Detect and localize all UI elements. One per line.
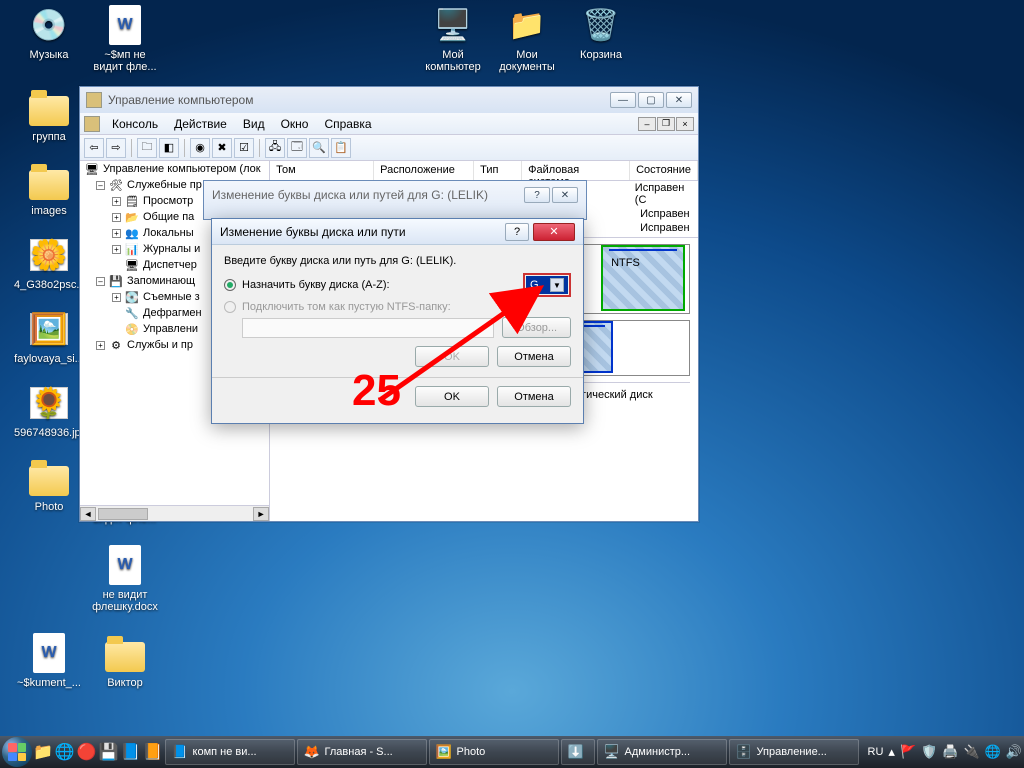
tray-network-icon[interactable]: 🌐	[985, 744, 1001, 760]
mdi-icon	[84, 116, 100, 132]
mount-path-input	[242, 318, 494, 338]
pin-opera[interactable]: 🔴	[77, 739, 97, 765]
desktop-icon-doc2[interactable]: Wне видит флешку.docx	[90, 544, 160, 613]
desktop-icon-group[interactable]: группа	[14, 86, 84, 143]
pin-totalcmd[interactable]: 📁	[33, 739, 53, 765]
inner-cancel-button[interactable]: Отмена	[497, 346, 571, 367]
minimize-button[interactable]: —	[610, 92, 636, 108]
desktop-icon-mycomputer[interactable]: 🖥️Мой компьютер	[418, 4, 488, 73]
radio-assign-letter[interactable]: Назначить букву диска (A-Z): G▼	[224, 273, 571, 297]
col-type[interactable]: Тип	[474, 161, 522, 180]
toolbar: ⇦ ⇨ 🗀 ◧ ◉ ✖ ☑ 🖧 🗔 🔍 📋	[80, 135, 698, 161]
tray-printer-icon[interactable]: 🖨️	[942, 744, 958, 760]
task-photo[interactable]: 🖼️Photo	[429, 739, 559, 765]
tray-usb-icon[interactable]: 🔌	[964, 744, 980, 760]
close-button[interactable]: ✕	[666, 92, 692, 108]
task-firefox[interactable]: 🦊Главная - S...	[297, 739, 427, 765]
desktop-icon-img2[interactable]: 🖼️faylovaya_si...	[14, 308, 84, 365]
change-letter-parent-dialog: Изменение буквы диска или путей для G: (…	[203, 180, 587, 220]
tree-root[interactable]: 🖥Управление компьютером (лок	[80, 161, 269, 177]
mmc-app-icon	[86, 92, 102, 108]
menu-view[interactable]: Вид	[235, 115, 273, 133]
tray-up-icon[interactable]: ▴	[888, 744, 895, 760]
task-download[interactable]: ⬇️	[561, 739, 595, 765]
delete-button[interactable]: ✖	[212, 138, 232, 158]
lang-indicator[interactable]: RU	[868, 746, 884, 758]
ok-button[interactable]: OK	[415, 386, 489, 407]
desktop-icon-recycle[interactable]: 🗑️Корзина	[566, 4, 636, 61]
desktop-icon-img3[interactable]: 🌻596748936.jpg	[14, 382, 84, 439]
chevron-down-icon: ▼	[550, 278, 564, 292]
menu-window[interactable]: Окно	[273, 115, 317, 133]
dlg1-help[interactable]: ?	[524, 187, 550, 203]
task-mmc[interactable]: 🗄️Управление...	[729, 739, 859, 765]
desktop-icon-doc3[interactable]: W~$kument_...	[14, 632, 84, 689]
forward-button[interactable]: ⇨	[106, 138, 126, 158]
help-button[interactable]: 🔍	[309, 138, 329, 158]
pin-chrome[interactable]: 🌐	[55, 739, 75, 765]
export-button[interactable]: 🗔	[287, 138, 307, 158]
dlg2-close-button[interactable]: ✕	[533, 223, 575, 241]
refresh-button[interactable]: 🖧	[265, 138, 285, 158]
mdi-minimize[interactable]: –	[638, 117, 656, 131]
properties-button[interactable]: ◉	[190, 138, 210, 158]
change-drive-letter-dialog: Изменение буквы диска или пути ? ✕ Введи…	[211, 218, 584, 424]
menubar: Консоль Действие Вид Окно Справка – ❐ ×	[80, 113, 698, 135]
vol-box-ntfs[interactable]: NTFS	[601, 245, 685, 311]
radio-icon	[224, 301, 236, 313]
col-status[interactable]: Состояние	[630, 161, 698, 180]
dlg2-titlebar[interactable]: Изменение буквы диска или пути ? ✕	[212, 219, 583, 245]
task-word[interactable]: 📘комп не ви...	[165, 739, 295, 765]
tree-hscroll[interactable]: ◄►	[80, 505, 269, 521]
dlg1-titlebar[interactable]: Изменение буквы диска или путей для G: (…	[204, 181, 586, 209]
pin-save[interactable]: 💾	[99, 739, 119, 765]
pin-word[interactable]: 📘	[121, 739, 141, 765]
maximize-button[interactable]: ▢	[638, 92, 664, 108]
desktop-icon-music[interactable]: 💿Музыка	[14, 4, 84, 61]
inner-ok-button: OK	[415, 346, 489, 367]
browse-button: Обзор...	[502, 317, 571, 338]
desktop-icon-doc1[interactable]: W~$мп не видит фле...	[90, 4, 160, 73]
dlg2-help-button[interactable]: ?	[505, 223, 529, 241]
tray-volume-icon[interactable]: 🔊	[1006, 744, 1022, 760]
back-button[interactable]: ⇦	[84, 138, 104, 158]
dlg1-close[interactable]: ✕	[552, 187, 578, 203]
mdi-restore[interactable]: ❐	[657, 117, 675, 131]
list-button[interactable]: 📋	[331, 138, 351, 158]
start-button[interactable]	[2, 737, 32, 767]
radio-mount-folder: Подключить том как пустую NTFS-папку:	[224, 301, 571, 313]
drive-letter-select[interactable]: G▼	[523, 273, 571, 297]
mdi-close[interactable]: ×	[676, 117, 694, 131]
dlg1-title-text: Изменение буквы диска или путей для G: (…	[212, 188, 488, 202]
col-volume[interactable]: Том	[270, 161, 374, 180]
mmc-title-text: Управление компьютером	[108, 93, 253, 107]
desktop-icon-photo[interactable]: Photo	[14, 456, 84, 513]
desktop-icon-img1[interactable]: 🌼4_G38o2psc...	[14, 234, 84, 291]
desktop-icon-mydocs[interactable]: 📁Мои документы	[492, 4, 562, 73]
settings-button[interactable]: ☑	[234, 138, 254, 158]
dlg2-prompt: Введите букву диска или путь для G: (LEL…	[224, 255, 571, 267]
column-headers: Том Расположение Тип Файловая система Со…	[270, 161, 698, 181]
menu-console[interactable]: Консоль	[104, 115, 166, 133]
menu-help[interactable]: Справка	[316, 115, 379, 133]
dlg2-title-text: Изменение буквы диска или пути	[220, 225, 406, 239]
col-layout[interactable]: Расположение	[374, 161, 474, 180]
task-admin[interactable]: 🖥️Администр...	[597, 739, 727, 765]
mmc-titlebar[interactable]: Управление компьютером — ▢ ✕	[80, 87, 698, 113]
up-button[interactable]: 🗀	[137, 138, 157, 158]
radio-icon	[224, 279, 236, 291]
menu-action[interactable]: Действие	[166, 115, 235, 133]
pin-dict[interactable]: 📙	[143, 739, 163, 765]
desktop-icon-images[interactable]: images	[14, 160, 84, 217]
tray-shield-icon[interactable]: 🛡️	[921, 744, 937, 760]
tray-flag-icon[interactable]: 🚩	[900, 744, 916, 760]
cancel-button[interactable]: Отмена	[497, 386, 571, 407]
col-fs[interactable]: Файловая система	[522, 161, 630, 180]
desktop-icon-viktor[interactable]: Виктор	[90, 632, 160, 689]
taskbar: 📁 🌐 🔴 💾 📘 📙 📘комп не ви... 🦊Главная - S.…	[0, 736, 1024, 768]
show-hide-button[interactable]: ◧	[159, 138, 179, 158]
system-tray: RU ▴ 🚩 🛡️ 🖨️ 🔌 🌐 🔊 ℹ️ 23:20	[860, 744, 1024, 760]
